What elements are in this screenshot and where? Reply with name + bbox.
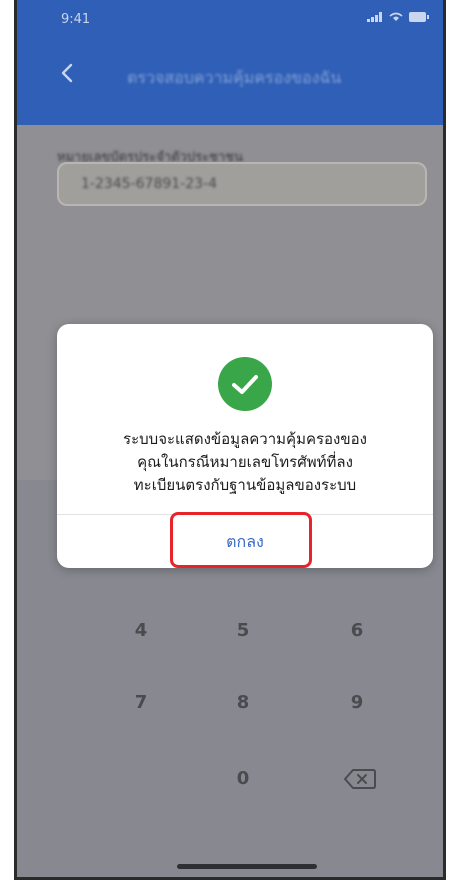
alert-dialog: ระบบจะแสดงข้อมูลความคุ้มครองของ คุณในกรณ… xyxy=(57,324,433,568)
key-5[interactable]: 5 xyxy=(223,620,263,641)
key-4[interactable]: 4 xyxy=(121,620,161,641)
dialog-message: ระบบจะแสดงข้อมูลความคุ้มครองของ คุณในกรณ… xyxy=(57,428,433,497)
app-header: 9:41 ตรวจสอบความคุ้มครองของฉัน xyxy=(17,0,443,125)
key-8[interactable]: 8 xyxy=(223,692,263,713)
key-6[interactable]: 6 xyxy=(337,620,377,641)
dialog-divider xyxy=(57,514,433,515)
id-card-value: 1-2345-67891-23-4 xyxy=(81,176,218,192)
phone-screen: 9:41 ตรวจสอบความคุ้มครองของฉัน หมายเลขบั… xyxy=(14,0,446,880)
status-time: 9:41 xyxy=(61,12,91,27)
key-9[interactable]: 9 xyxy=(337,692,377,713)
back-arrow-icon[interactable] xyxy=(57,62,79,84)
dialog-message-line: ทะเบียนตรงกับฐานข้อมูลของระบบ xyxy=(133,476,357,494)
status-bar: 9:41 xyxy=(17,0,443,40)
dialog-message-line: ระบบจะแสดงข้อมูลความคุ้มครองของ xyxy=(123,430,367,448)
ok-button[interactable]: ตกลง xyxy=(189,516,301,568)
backspace-icon[interactable] xyxy=(343,767,377,791)
wifi-icon xyxy=(389,12,403,21)
battery-icon xyxy=(409,12,429,22)
page-title: ตรวจสอบความคุ้มครองของฉัน xyxy=(127,68,342,87)
key-7[interactable]: 7 xyxy=(121,692,161,713)
home-indicator xyxy=(177,864,317,869)
status-icons xyxy=(367,12,429,22)
key-0[interactable]: 0 xyxy=(223,768,263,789)
id-card-input[interactable]: 1-2345-67891-23-4 xyxy=(57,162,427,206)
dialog-message-line: คุณในกรณีหมายเลขโทรศัพท์ที่ลง xyxy=(137,453,353,471)
signal-icon xyxy=(367,12,382,22)
check-circle-icon xyxy=(218,357,272,411)
